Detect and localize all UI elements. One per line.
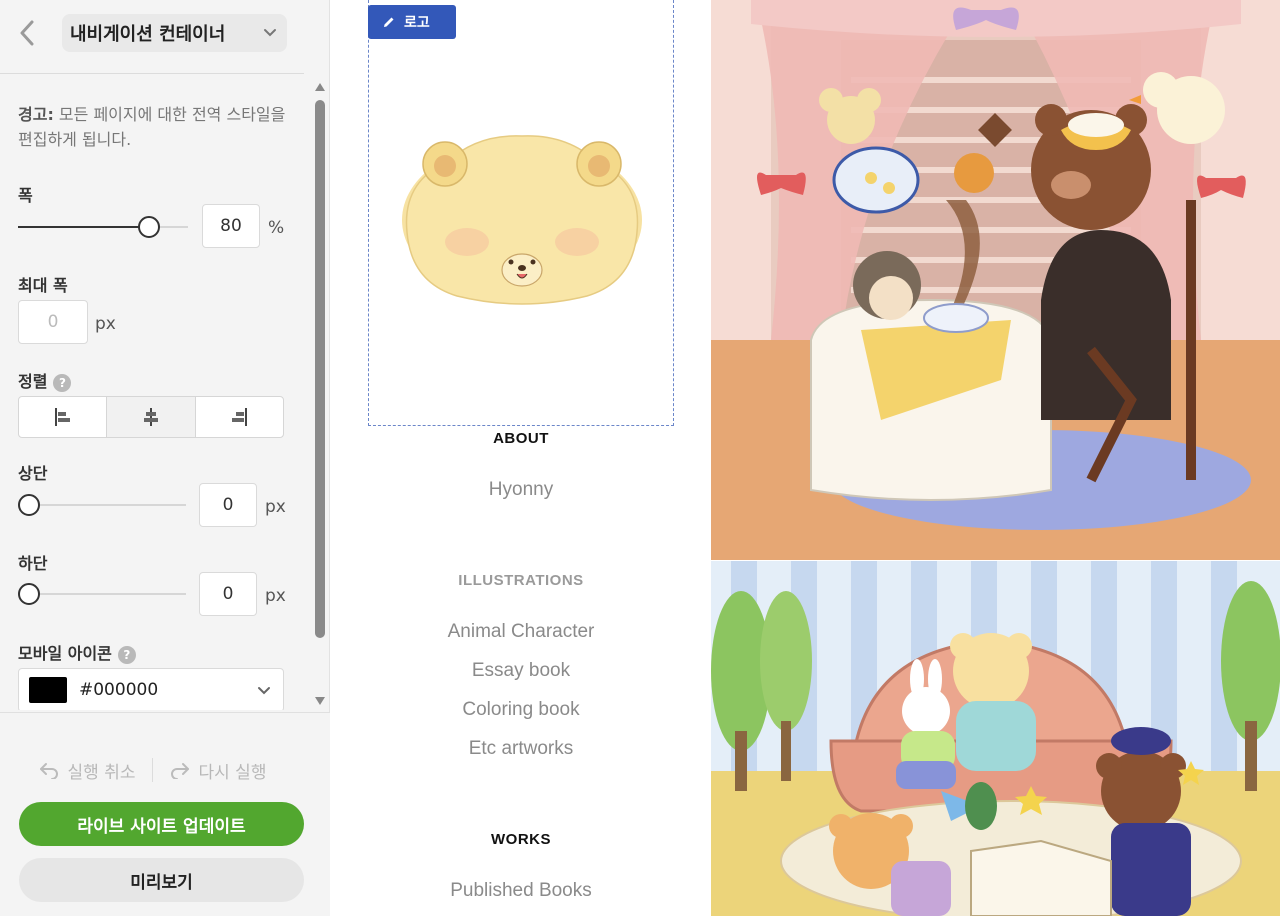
sidebar-scrollbar[interactable] <box>313 78 327 710</box>
bottom-padding-unit: px <box>265 586 286 606</box>
reading-bears-artwork-image <box>711 561 1280 916</box>
bottom-slider-track[interactable] <box>40 593 186 595</box>
site-navigation-preview: 로고 ABOUT Hyonny ILLUSTRATIONS Animal Cha… <box>331 0 711 916</box>
nav-link-coloring-book[interactable]: Coloring book <box>331 699 711 721</box>
illustration-tea-party[interactable] <box>711 0 1280 560</box>
bottom-padding-label: 하단 <box>18 554 48 573</box>
undo-label: 실행 취소 <box>67 762 136 783</box>
mobile-icon-help-icon[interactable]: ? <box>117 645 136 664</box>
alignment-label-text: 정렬 <box>18 372 48 391</box>
align-center-button[interactable] <box>107 397 196 437</box>
align-center-icon <box>143 408 158 426</box>
redo-icon <box>170 763 189 779</box>
alignment-label: 정렬? <box>18 368 72 392</box>
top-padding-input[interactable]: 0 <box>199 483 257 527</box>
align-right-icon <box>232 408 248 426</box>
nav-link-etc-artworks[interactable]: Etc artworks <box>331 738 711 760</box>
top-padding-unit: px <box>265 497 286 517</box>
nav-heading-about[interactable]: ABOUT <box>331 430 711 447</box>
nav-heading-illustrations[interactable]: ILLUSTRATIONS <box>331 572 711 589</box>
chevron-down-icon <box>264 29 276 37</box>
container-dropdown[interactable]: 내비게이션 컨테이너 <box>62 14 287 52</box>
color-value: #000000 <box>79 680 159 700</box>
align-right-button[interactable] <box>196 397 283 437</box>
warning-text: 모든 페이지에 대한 전역 스타일을 편집하게 됩니다. <box>18 105 286 149</box>
global-style-warning: 경고: 모든 페이지에 대한 전역 스타일을 편집하게 됩니다. <box>18 102 294 152</box>
align-left-button[interactable] <box>19 397 108 437</box>
width-slider-thumb[interactable] <box>138 216 160 238</box>
redo-button[interactable]: 다시 실행 <box>153 758 283 783</box>
nav-link-hyonny[interactable]: Hyonny <box>331 479 711 501</box>
nav-heading-works[interactable]: WORKS <box>331 831 711 848</box>
alignment-help-icon[interactable]: ? <box>53 373 72 392</box>
bottom-padding-input[interactable]: 0 <box>199 572 257 616</box>
nav-link-essay-book[interactable]: Essay book <box>331 660 711 682</box>
editor-root: 내비게이션 컨테이너 경고: 모든 페이지에 대한 전역 스타일을 편집하게 됩… <box>0 0 1280 916</box>
width-unit: % <box>268 218 285 238</box>
undo-redo-bar: 실행 취소 다시 실행 <box>0 755 304 785</box>
top-slider-track[interactable] <box>40 504 186 506</box>
illustration-reading-bears[interactable] <box>711 561 1280 916</box>
color-swatch <box>29 677 67 703</box>
undo-icon <box>39 763 58 779</box>
nav-link-published-books[interactable]: Published Books <box>331 880 711 902</box>
align-left-icon <box>54 408 70 426</box>
max-width-input[interactable]: 0 <box>18 300 88 344</box>
sidebar-header: 내비게이션 컨테이너 <box>0 0 304 74</box>
alignment-button-group <box>18 396 284 438</box>
scrollbar-thumb[interactable] <box>315 100 325 638</box>
settings-scroll-area[interactable]: 경고: 모든 페이지에 대한 전역 스타일을 편집하게 됩니다. 폭 80 % … <box>0 76 304 710</box>
nav-link-animal-character[interactable]: Animal Character <box>331 621 711 643</box>
chevron-down-icon <box>258 687 270 695</box>
max-width-label: 최대 폭 <box>18 276 68 295</box>
width-slider-fill <box>18 226 140 228</box>
scroll-up-arrow-icon[interactable] <box>315 82 325 92</box>
top-slider-thumb[interactable] <box>18 494 40 516</box>
container-dropdown-label: 내비게이션 컨테이너 <box>70 24 226 45</box>
bottom-slider-thumb[interactable] <box>18 583 40 605</box>
logo-tag-label: 로고 <box>404 15 430 31</box>
redo-label: 다시 실행 <box>198 762 267 783</box>
preview-button[interactable]: 미리보기 <box>19 858 304 902</box>
warning-prefix: 경고: <box>18 105 54 124</box>
scroll-down-arrow-icon[interactable] <box>315 696 325 706</box>
sidebar-footer: 실행 취소 다시 실행 라이브 사이트 업데이트 미리보기 <box>0 712 330 916</box>
tea-party-artwork-image <box>711 0 1280 560</box>
max-width-unit: px <box>95 314 116 334</box>
back-button[interactable] <box>14 18 40 48</box>
top-padding-label: 상단 <box>18 464 48 483</box>
logo-edit-tag[interactable]: 로고 <box>368 5 456 39</box>
update-live-site-button[interactable]: 라이브 사이트 업데이트 <box>19 802 304 846</box>
chevron-left-icon <box>20 20 34 46</box>
style-sidebar: 내비게이션 컨테이너 경고: 모든 페이지에 대한 전역 스타일을 편집하게 됩… <box>0 0 330 916</box>
bear-logo-image[interactable] <box>397 122 647 310</box>
width-input[interactable]: 80 <box>202 204 260 248</box>
width-label: 폭 <box>18 186 33 205</box>
mobile-icon-label-text: 모바일 아이콘 <box>18 644 112 663</box>
mobile-icon-color-select[interactable]: #000000 <box>18 668 284 710</box>
pencil-icon <box>384 17 394 27</box>
undo-button[interactable]: 실행 취소 <box>22 758 152 783</box>
mobile-icon-label: 모바일 아이콘? <box>18 640 136 664</box>
